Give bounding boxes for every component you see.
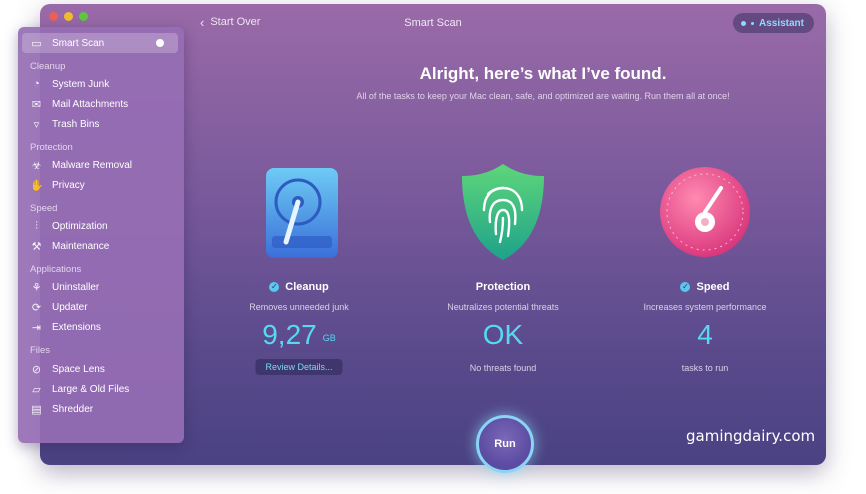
watermark-text: gamingdairy.com [686,427,816,445]
protection-title-label: Protection [475,281,531,293]
updater-icon: ⟳ [31,301,42,314]
sidebar-item-space-lens[interactable]: ⊘ Space Lens [30,361,105,377]
assistant-dot-small-icon [750,21,754,25]
sidebar-item-maintenance[interactable]: ⚒ Maintenance [30,238,110,254]
sidebar-item-extensions[interactable]: ⇥ Extensions [30,319,101,335]
assistant-button[interactable]: Assistant [732,13,814,33]
cleanup-title-label: Cleanup [285,281,329,293]
checkmark-icon: ✓ [269,282,280,292]
shield-fingerprint-icon [462,164,544,260]
protection-title: Protection [408,281,598,293]
cleanup-unit: GB [322,333,336,343]
sidebar-item-shredder[interactable]: ▤ Shredder [30,401,93,417]
protection-description: Neutralizes potential threats [447,302,559,312]
protection-status: No threats found [469,363,537,373]
biohazard-icon: ☣ [31,159,42,172]
cleanup-title: ✓ Cleanup [204,281,394,293]
sidebar-item-label: Trash Bins [52,118,100,130]
results-heading: Alright, here’s what I’ve found. [419,64,667,83]
sidebar-item-updater[interactable]: ⟳ Updater [30,299,88,315]
sidebar-item-label: Space Lens [52,363,105,375]
speed-tasks-label: tasks to run [681,363,729,373]
cleanup-value: 9,27 GB [204,319,394,351]
assistant-label: Assistant [758,17,804,29]
sidebar-item-label: Uninstaller [52,281,100,293]
sidebar-section-applications: Applications [30,264,82,275]
sidebar-item-optimization[interactable]: ⫶ Optimization [30,218,108,234]
sidebar-item-label: Updater [52,301,88,313]
sidebar-item-label: Smart Scan [52,37,105,49]
hand-icon: ✋ [30,179,44,192]
cleanup-description: Removes unneeded junk [249,302,349,312]
sidebar-item-label: Optimization [52,220,108,232]
sidebar-item-privacy[interactable]: ✋ Privacy [30,177,85,193]
sidebar-item-label: Extensions [52,321,101,333]
folder-icon: ▱ [32,383,41,396]
sidebar-section-cleanup: Cleanup [30,61,66,72]
hard-drive-icon [266,168,338,258]
assistant-dot-icon [740,20,746,26]
trash-icon: ▿ [33,118,40,131]
sidebar-item-label: Malware Removal [52,159,133,171]
uninstaller-icon: ⚘ [31,281,42,294]
sidebar-item-malware-removal[interactable]: ☣ Malware Removal [30,157,132,173]
shredder-icon: ▤ [31,403,42,416]
results-subheading: All of the tasks to keep your Mac clean,… [356,91,730,101]
sidebar-item-uninstaller[interactable]: ⚘ Uninstaller [30,279,100,295]
speedometer-icon [660,167,750,257]
junk-icon: ◔ [33,78,40,90]
run-button[interactable]: Run [476,415,534,473]
speed-description: Increases system performance [643,302,767,312]
sidebar-section-files: Files [30,345,51,356]
sidebar-item-large-old-files[interactable]: ▱ Large & Old Files [30,381,129,397]
sidebar-item-smart-scan-row[interactable]: ▭ Smart Scan [30,35,104,51]
sidebar-item-label: System Junk [52,78,110,90]
protection-value: OK [482,319,524,350]
active-indicator-dot [156,39,164,47]
monitor-icon: ▭ [31,37,42,50]
sidebar-item-label: Large & Old Files [52,383,130,395]
speed-title-label: Speed [696,281,730,293]
speed-value: 4 [697,319,713,350]
sliders-icon: ⫶ [35,219,38,232]
sidebar-item-label: Maintenance [52,240,110,252]
sidebar-item-trash-bins[interactable]: ▿ Trash Bins [30,116,100,132]
cleanup-amount: 9,27 [262,319,317,350]
sidebar: ▭ Smart Scan Cleanup ◔ System Junk ✉ Mai… [18,27,184,443]
envelope-icon: ✉ [31,98,42,111]
sidebar-item-label: Mail Attachments [52,98,129,110]
extensions-icon: ⇥ [31,321,42,334]
review-details-button[interactable]: Review Details... [255,359,343,375]
wrench-icon: ⚒ [31,240,42,253]
speed-title: ✓ Speed [610,281,800,293]
sidebar-item-mail-attachments[interactable]: ✉ Mail Attachments [30,96,128,112]
checkmark-icon: ✓ [680,282,691,292]
sidebar-item-label: Privacy [52,179,85,191]
sidebar-section-protection: Protection [30,142,73,153]
sidebar-section-speed: Speed [30,203,58,214]
sidebar-item-label: Shredder [52,403,94,415]
sidebar-item-system-junk[interactable]: ◔ System Junk [30,76,109,92]
lens-icon: ⊘ [31,363,42,376]
